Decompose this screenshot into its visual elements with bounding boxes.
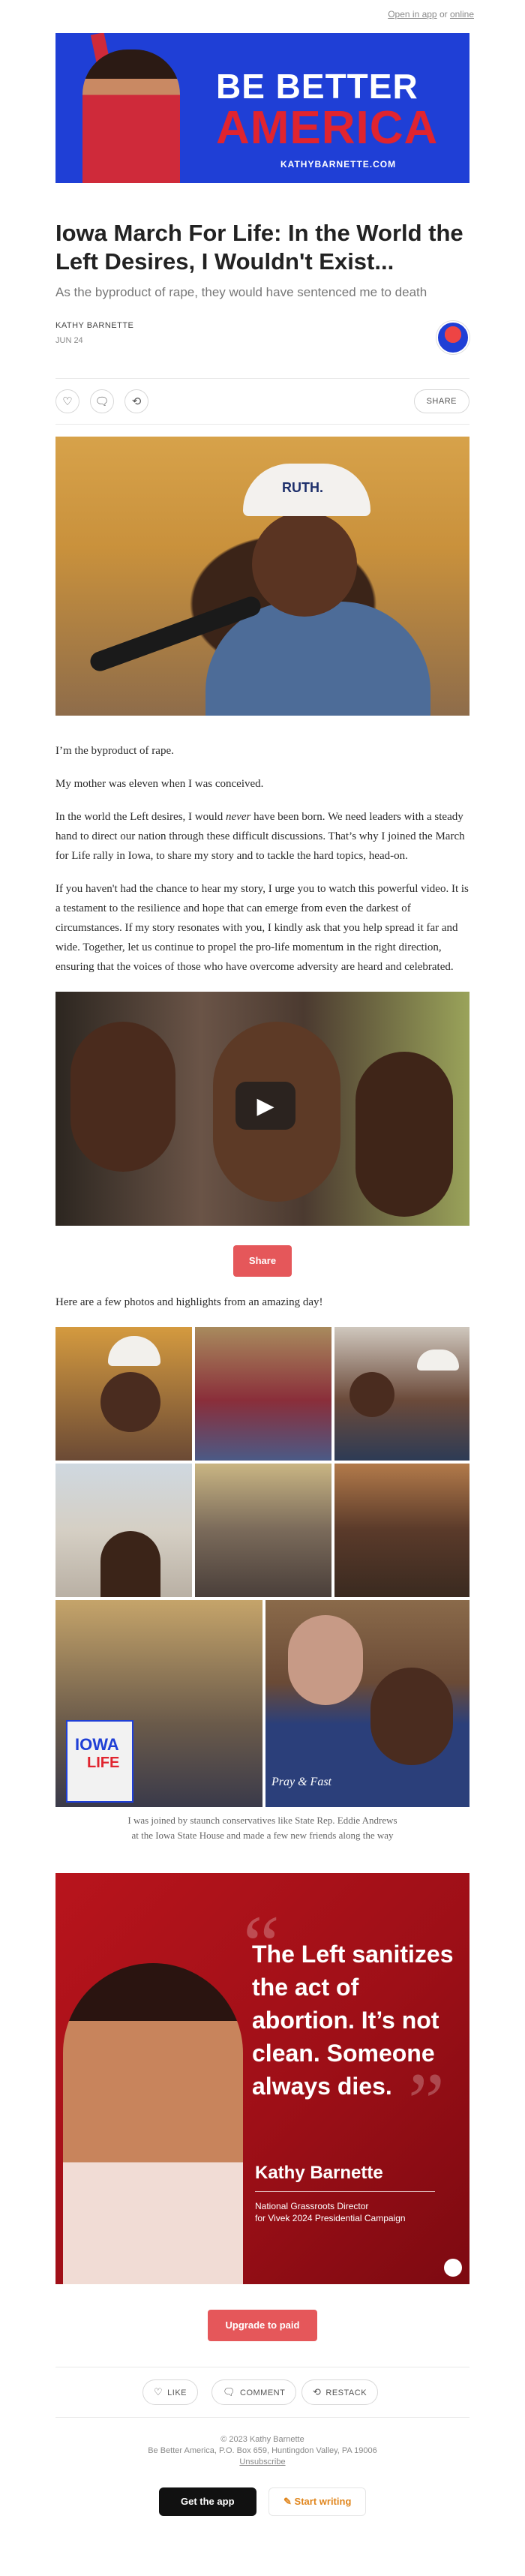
gallery-photo-3[interactable] <box>334 1327 470 1461</box>
footer-copyright: © 2023 Kathy Barnette <box>220 2435 304 2444</box>
comment-button[interactable]: 🗨 <box>90 389 114 413</box>
app-buttons: Get the app ✎ Start writing <box>56 2487 470 2516</box>
start-writing-button[interactable]: ✎ Start writing <box>268 2487 367 2516</box>
share-button-top[interactable]: SHARE <box>413 389 470 413</box>
like-pill-button[interactable]: ♡ LIKE <box>142 2379 199 2405</box>
paragraph-3-part-a: In the world the Left desires, I would <box>56 811 226 823</box>
quote-logo-icon <box>444 2259 462 2277</box>
post-subtitle: As the byproduct of rape, they would hav… <box>56 285 428 299</box>
main-photo[interactable]: RUTH. <box>56 437 470 716</box>
gallery-photo-7[interactable]: IOWA LIFE <box>56 1600 262 1807</box>
paragraph-2: My mother was eleven when I was conceive… <box>56 778 264 790</box>
post-container: BE BETTER AMERICA KATHYBARNETTE.COM Iowa… <box>56 33 470 2516</box>
action-bar: ♡ 🗨 ⟲ SHARE <box>56 378 470 425</box>
restack-label: RESTACK <box>326 2388 368 2397</box>
restack-icon: ⟲ <box>131 395 142 408</box>
photo-face <box>252 512 357 617</box>
like-label: LIKE <box>167 2388 188 2397</box>
byline: KATHY BARNETTE JUN 24 <box>56 321 470 354</box>
quote-portrait <box>63 1963 243 2284</box>
quote-card[interactable]: “ The Left sanitizes the act of abortion… <box>56 1873 470 2284</box>
start-writing-label: Start writing <box>294 2496 352 2507</box>
footer: © 2023 Kathy Barnette Be Better America,… <box>56 2434 470 2468</box>
shirt-text: Pray & Fast <box>272 1776 332 1788</box>
banner-line1: BE BETTER <box>216 67 418 106</box>
online-link[interactable]: online <box>450 9 474 20</box>
get-app-label: Get the app <box>181 2496 235 2507</box>
gallery-photo-6[interactable] <box>334 1464 470 1597</box>
bottom-action-bar: ♡ LIKE 🗨 COMMENT ⟲ RESTACK <box>56 2367 470 2418</box>
upgrade-button[interactable]: Upgrade to paid <box>208 2310 317 2341</box>
gallery-photo-1[interactable] <box>56 1327 192 1461</box>
post-date: JUN 24 <box>56 336 83 345</box>
restack-button[interactable]: ⟲ <box>124 389 148 413</box>
banner-site: KATHYBARNETTE.COM <box>280 159 397 170</box>
play-button[interactable]: ▶ <box>236 1082 296 1130</box>
comment-icon: 🗨 <box>223 2386 236 2397</box>
gallery-photo-2[interactable] <box>195 1327 332 1461</box>
comment-icon: 🗨 <box>94 395 110 408</box>
topbar: Open in app or online <box>388 9 474 20</box>
quote-divider <box>255 2191 435 2192</box>
paragraph-1: I’m the byproduct of rape. <box>56 745 174 757</box>
post-title[interactable]: Iowa March For Life: In the World the Le… <box>56 219 470 276</box>
gallery-caption-line2: at the Iowa State House and made a few n… <box>131 1830 394 1841</box>
banner-line2: AMERICA <box>216 102 439 154</box>
paragraph-3: In the world the Left desires, I would n… <box>56 807 470 866</box>
play-icon: ▶ <box>256 1093 274 1118</box>
gallery-photo-8[interactable]: Pray & Fast <box>266 1600 470 1807</box>
header-banner: BE BETTER AMERICA KATHYBARNETTE.COM <box>56 33 470 183</box>
comment-label: COMMENT <box>240 2388 286 2397</box>
video-person-1 <box>70 1022 176 1172</box>
gallery-photo-4[interactable] <box>56 1464 192 1597</box>
gallery-photo-5[interactable] <box>195 1464 332 1597</box>
share-button[interactable]: Share <box>233 1245 292 1277</box>
author-avatar[interactable] <box>436 321 470 354</box>
quote-role: National Grassroots Director for Vivek 2… <box>255 2200 435 2224</box>
get-app-button[interactable]: Get the app <box>158 2487 256 2516</box>
banner-person <box>82 50 180 183</box>
photo-cap: RUTH. <box>243 464 370 516</box>
close-quote-icon: ” <box>408 2056 445 2148</box>
sign-text-life: LIFE <box>87 1755 120 1771</box>
photo-gallery: IOWA LIFE Pray & Fast <box>56 1327 470 1807</box>
restack-pill-button[interactable]: ⟲ RESTACK <box>302 2379 379 2405</box>
like-button[interactable]: ♡ <box>56 389 80 413</box>
post-body: I’m the byproduct of rape. My mother was… <box>56 741 470 977</box>
heart-icon: ♡ <box>62 395 73 408</box>
topbar-or: or <box>439 9 448 20</box>
heart-icon: ♡ <box>154 2386 164 2397</box>
quote-role-line1: National Grassroots Director <box>255 2201 369 2211</box>
gallery-caption-line1: I was joined by staunch conservatives li… <box>128 1815 398 1826</box>
pencil-icon: ✎ <box>284 2496 295 2507</box>
paragraph-3-emphasis: never <box>226 811 251 823</box>
restack-icon: ⟲ <box>313 2386 322 2397</box>
quote-name: Kathy Barnette <box>255 2163 383 2183</box>
unsubscribe-link[interactable]: Unsubscribe <box>56 2457 470 2468</box>
paragraph-4: If you haven't had the chance to hear my… <box>56 883 469 973</box>
open-in-app-link[interactable]: Open in app <box>388 9 436 20</box>
gallery-caption: I was joined by staunch conservatives li… <box>56 1813 470 1843</box>
cap-text: RUTH. <box>282 480 323 495</box>
footer-address: Be Better America, P.O. Box 659, Hunting… <box>148 2446 377 2455</box>
video-person-3 <box>356 1052 453 1217</box>
highlights-intro: Here are a few photos and highlights fro… <box>56 1296 323 1308</box>
comment-pill-button[interactable]: 🗨 COMMENT <box>212 2379 297 2405</box>
sign-text-iowa: IOWA <box>75 1735 119 1754</box>
author-name[interactable]: KATHY BARNETTE <box>56 321 470 330</box>
quote-role-line2: for Vivek 2024 Presidential Campaign <box>255 2213 406 2223</box>
video-embed[interactable]: ▶ <box>56 992 470 1226</box>
